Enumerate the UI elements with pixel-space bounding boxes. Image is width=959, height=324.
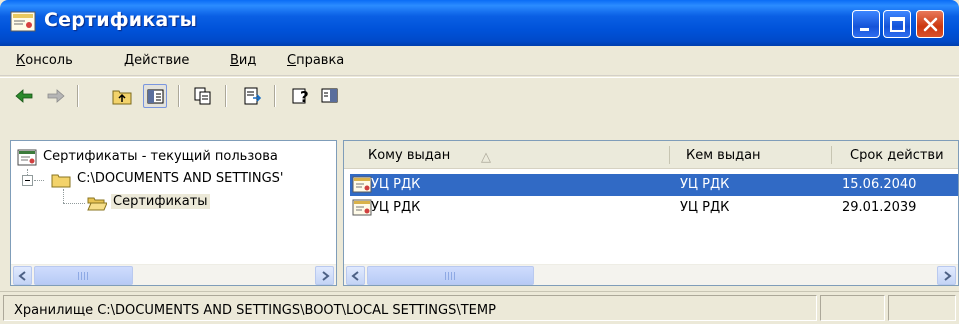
maximize-button[interactable] xyxy=(883,10,911,38)
column-header-expiration[interactable]: Срок действи xyxy=(832,141,958,169)
show-tree-icon xyxy=(147,89,164,104)
menu-console[interactable]: Консоль xyxy=(16,53,73,68)
menu-action[interactable]: Действие xyxy=(124,53,189,68)
toolbar: ? xyxy=(0,77,959,113)
status-panel xyxy=(820,295,885,321)
sort-ascending-icon: △ xyxy=(481,150,491,165)
toolbar-separator xyxy=(274,85,276,107)
tree-node-certificates[interactable]: Сертификаты xyxy=(87,192,257,214)
arrow-left-icon xyxy=(351,271,359,281)
scroll-left-button[interactable] xyxy=(13,266,32,285)
cell-issued-to: УЦ РДК xyxy=(371,200,421,215)
copy-button[interactable] xyxy=(191,84,215,108)
cell-expiration: 29.01.2039 xyxy=(842,200,917,215)
certificate-icon xyxy=(352,199,372,217)
certificates-snapin-icon xyxy=(17,149,37,167)
close-icon xyxy=(923,17,938,32)
svg-text:?: ? xyxy=(300,88,309,106)
list-item[interactable]: УЦ РДК УЦ РДК 15.06.2040 xyxy=(350,174,958,196)
tree-node-root[interactable]: Сертификаты - текущий пользова xyxy=(17,147,335,169)
tree-node-label: Сертификаты xyxy=(111,194,210,209)
arrow-left-icon xyxy=(18,271,26,281)
scroll-left-button[interactable] xyxy=(346,266,365,285)
tree-line xyxy=(34,180,44,181)
menu-view[interactable]: Вид xyxy=(230,53,256,68)
list-header: Кому выдан △ Кем выдан Срок действи xyxy=(344,141,958,169)
maximize-icon xyxy=(890,17,905,32)
tree-line xyxy=(63,189,64,203)
cell-issued-by: УЦ РДК xyxy=(680,177,730,192)
forward-arrow-icon xyxy=(47,89,65,103)
menu-help[interactable]: Справка xyxy=(287,53,344,68)
window-title: Сертификаты xyxy=(44,9,198,31)
cell-expiration: 15.06.2040 xyxy=(842,177,917,192)
minimize-button[interactable] xyxy=(852,10,880,38)
copy-icon xyxy=(194,87,211,105)
help-icon: ? xyxy=(292,88,309,106)
open-folder-icon xyxy=(87,194,108,212)
panes: Сертификаты - текущий пользова C:\DOCUME… xyxy=(0,140,959,288)
forward-button[interactable] xyxy=(44,84,68,108)
certificate-app-icon[interactable] xyxy=(10,11,36,33)
back-button[interactable] xyxy=(12,84,36,108)
list-item[interactable]: УЦ РДК УЦ РДК 29.01.2039 xyxy=(350,197,958,219)
arrow-right-icon xyxy=(944,271,952,281)
tree-node-store[interactable]: C:\DOCUMENTS AND SETTINGS' xyxy=(51,169,336,191)
scroll-thumb[interactable] xyxy=(34,266,133,285)
toolbar-separator xyxy=(178,85,180,107)
console-tree[interactable]: Сертификаты - текущий пользова C:\DOCUME… xyxy=(10,140,337,286)
status-bar: Хранилище C:\DOCUMENTS AND SETTINGS\BOOT… xyxy=(0,291,959,324)
status-panel-main: Хранилище C:\DOCUMENTS AND SETTINGS\BOOT… xyxy=(3,295,817,321)
up-level-button[interactable] xyxy=(110,84,134,108)
toolbar-separator xyxy=(225,85,227,107)
certificate-icon xyxy=(352,176,372,194)
toolbar-separator xyxy=(77,85,79,107)
scroll-right-button[interactable] xyxy=(315,266,334,285)
show-hide-tree-button[interactable] xyxy=(143,84,167,108)
title-bar[interactable]: Сертификаты xyxy=(0,0,959,46)
column-header-issued-by[interactable]: Кем выдан xyxy=(670,141,832,169)
help-button[interactable]: ? xyxy=(290,84,314,108)
status-panel xyxy=(888,295,956,321)
tree-horizontal-scrollbar[interactable] xyxy=(11,264,336,285)
action-pane-icon xyxy=(321,88,338,103)
tree-node-label: C:\DOCUMENTS AND SETTINGS' xyxy=(77,171,284,186)
folder-icon xyxy=(51,171,71,189)
list-horizontal-scrollbar[interactable] xyxy=(344,264,958,285)
collapse-toggle[interactable] xyxy=(22,175,33,186)
back-arrow-icon xyxy=(15,89,33,103)
cell-issued-to: УЦ РДК xyxy=(371,177,421,192)
status-text: Хранилище C:\DOCUMENTS AND SETTINGS\BOOT… xyxy=(14,303,496,318)
minimize-icon xyxy=(860,28,869,31)
action-pane-button[interactable] xyxy=(318,84,342,108)
close-button[interactable] xyxy=(916,10,944,38)
cell-issued-by: УЦ РДК xyxy=(680,200,730,215)
menu-bar: Консоль Действие Вид Справка xyxy=(0,46,959,76)
up-folder-icon xyxy=(112,90,132,105)
export-list-button[interactable] xyxy=(240,84,264,108)
scroll-right-button[interactable] xyxy=(937,266,956,285)
arrow-right-icon xyxy=(322,271,330,281)
details-list[interactable]: Кому выдан △ Кем выдан Срок действи УЦ Р… xyxy=(343,140,959,286)
tree-node-label: Сертификаты - текущий пользова xyxy=(43,149,278,164)
scroll-thumb[interactable] xyxy=(367,266,534,285)
certificates-window: Сертификаты Консоль Действие Вид Справка xyxy=(0,0,959,324)
tree-line xyxy=(63,203,85,204)
export-list-icon xyxy=(244,87,262,105)
column-header-issued-to[interactable]: Кому выдан △ xyxy=(344,141,670,169)
